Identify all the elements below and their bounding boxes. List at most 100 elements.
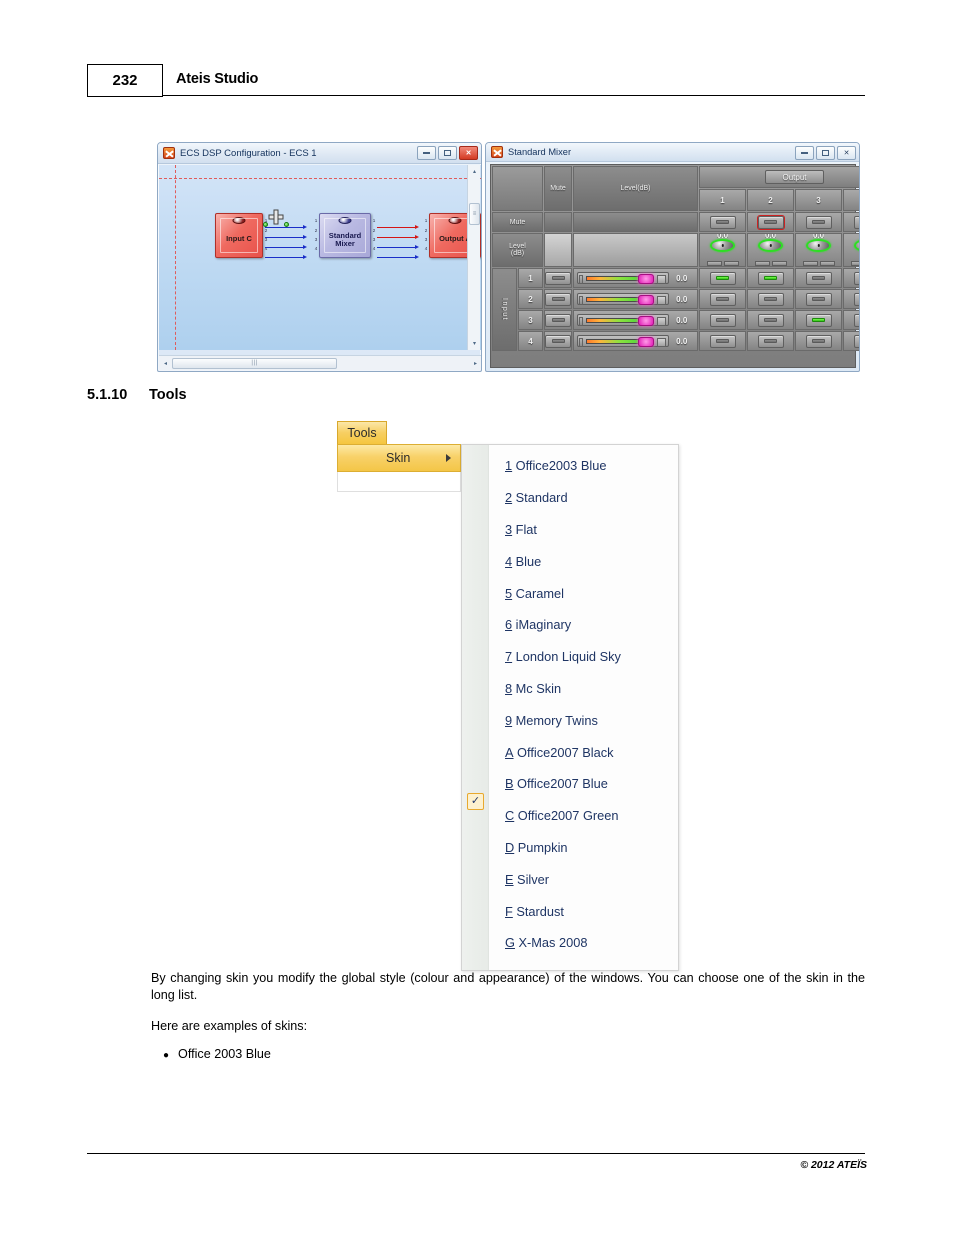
dsp-titlebar[interactable]: ECS DSP Configuration - ECS 1 ✕ bbox=[158, 143, 481, 164]
matrix-cell-3-4[interactable] bbox=[843, 310, 859, 330]
matrix-cell-2-2[interactable] bbox=[747, 289, 794, 309]
menu-item-mc-skin[interactable]: 8 Mc Skin bbox=[489, 673, 678, 705]
menu-item-blue[interactable]: 4 Blue bbox=[489, 545, 678, 577]
menu-item-label: Stardust bbox=[516, 903, 564, 919]
maximize-icon[interactable] bbox=[438, 146, 457, 160]
input-slider-3[interactable] bbox=[577, 314, 670, 326]
minimize-icon[interactable] bbox=[795, 146, 814, 160]
paragraph-2: Here are examples of skins: bbox=[151, 1019, 308, 1033]
matrix-cell-2-1[interactable] bbox=[699, 289, 746, 309]
output-level-3[interactable]: 0.0 bbox=[795, 233, 842, 267]
output-level-2[interactable]: 0.0 bbox=[747, 233, 794, 267]
menu-item-office2007-green[interactable]: C Office2007 Green bbox=[489, 800, 678, 832]
output-level-4[interactable]: 0.0 bbox=[843, 233, 859, 267]
scroll-right-icon[interactable]: ▸ bbox=[469, 356, 481, 370]
output-knob-4[interactable] bbox=[854, 238, 859, 252]
standard-mixer-window[interactable]: Standard Mixer ✕ Mute Level(dB) Output 1… bbox=[485, 142, 860, 372]
input-slider-1[interactable] bbox=[577, 272, 670, 284]
menu-item-london-liquid-sky[interactable]: 7 London Liquid Sky bbox=[489, 641, 678, 673]
matrix-cell-4-2[interactable] bbox=[747, 331, 794, 351]
input-slider-4[interactable] bbox=[577, 335, 670, 347]
footer-divider bbox=[87, 1153, 865, 1154]
input-mute-3[interactable] bbox=[544, 310, 572, 330]
input-mute-4[interactable] bbox=[544, 331, 572, 351]
menu-item-stardust[interactable]: F Stardust bbox=[489, 895, 678, 927]
tools-button[interactable]: Tools bbox=[337, 421, 387, 444]
menu-item-office2003-blue[interactable]: 1 Office2003 Blue bbox=[489, 450, 678, 482]
matrix-cell-4-3[interactable] bbox=[795, 331, 842, 351]
accel-key: E bbox=[505, 871, 514, 887]
scroll-left-icon[interactable]: ◂ bbox=[159, 356, 172, 370]
matrix-cell-3-1[interactable] bbox=[699, 310, 746, 330]
input-level-2[interactable]: 0.0 bbox=[573, 289, 698, 309]
app-icon bbox=[491, 146, 503, 158]
close-icon[interactable]: ✕ bbox=[837, 146, 856, 160]
dsp-configuration-window[interactable]: ECS DSP Configuration - ECS 1 ✕ Input C … bbox=[157, 142, 482, 372]
input-mute-2[interactable] bbox=[544, 289, 572, 309]
skin-submenu[interactable]: ✓ 1 Office2003 Blue 2 Standard 3 Flat 4 Blue… bbox=[461, 444, 679, 971]
menu-item-pumpkin[interactable]: D Pumpkin bbox=[489, 832, 678, 864]
menu-item-skin[interactable]: Skin bbox=[337, 444, 461, 472]
header-level: Level(dB) bbox=[573, 166, 698, 211]
output-value-3: 0.0 bbox=[813, 234, 824, 238]
mixer-grid[interactable]: Mute Level(dB) Output 1 2 3 4 Mute Level… bbox=[490, 164, 859, 368]
dsp-horizontal-scrollbar[interactable]: ◂ ||| ▸ bbox=[159, 355, 481, 370]
matrix-cell-3-3[interactable] bbox=[795, 310, 842, 330]
matrix-cell-2-3[interactable] bbox=[795, 289, 842, 309]
block-input-c[interactable]: Input C 1234 bbox=[215, 213, 267, 258]
menu-item-office2007-black[interactable]: A Office2007 Black bbox=[489, 736, 678, 768]
accel-key: C bbox=[505, 808, 515, 824]
mixer-titlebar[interactable]: Standard Mixer ✕ bbox=[486, 143, 859, 162]
matrix-cell-2-4[interactable] bbox=[843, 289, 859, 309]
dsp-canvas[interactable]: Input C 1234 1234 Standard Mixer 1 2 3 4… bbox=[159, 165, 481, 350]
output-knob-3[interactable] bbox=[806, 238, 831, 252]
output-mute-4[interactable] bbox=[843, 212, 859, 232]
maximize-icon[interactable] bbox=[816, 146, 835, 160]
menu-item-memory-twins[interactable]: 9 Memory Twins bbox=[489, 704, 678, 736]
vertical-scroll-thumb[interactable]: ≡ bbox=[469, 203, 480, 225]
output-mute-2[interactable] bbox=[747, 212, 794, 232]
menu-item-standard[interactable]: 2 Standard bbox=[489, 482, 678, 514]
row-header-level: Level (dB) bbox=[492, 233, 543, 267]
menu-item-flat[interactable]: 3 Flat bbox=[489, 514, 678, 546]
output-level-1[interactable]: 0.0 bbox=[699, 233, 746, 267]
menu-item-label: Pumpkin bbox=[517, 839, 568, 855]
input-value-3: 0.0 bbox=[676, 315, 688, 325]
matrix-cell-1-1[interactable] bbox=[699, 268, 746, 288]
matrix-cell-3-2[interactable] bbox=[747, 310, 794, 330]
wires-input-to-mixer bbox=[265, 213, 311, 259]
minimize-icon[interactable] bbox=[417, 146, 436, 160]
bullet-item-1: ● Office 2003 Blue bbox=[163, 1047, 271, 1061]
matrix-cell-1-4[interactable] bbox=[843, 268, 859, 288]
input-level-4[interactable]: 0.0 bbox=[573, 331, 698, 351]
scroll-down-icon[interactable]: ▾ bbox=[470, 339, 479, 348]
input-mute-1[interactable] bbox=[544, 268, 572, 288]
matrix-cell-1-3[interactable] bbox=[795, 268, 842, 288]
input-level-1[interactable]: 0.0 bbox=[573, 268, 698, 288]
input-level-3[interactable]: 0.0 bbox=[573, 310, 698, 330]
matrix-cell-4-1[interactable] bbox=[699, 331, 746, 351]
dsp-vertical-scrollbar[interactable]: ▴ ≡ ▾ bbox=[467, 165, 480, 350]
input-slider-2[interactable] bbox=[577, 293, 670, 305]
output-knob-2[interactable] bbox=[758, 238, 783, 252]
output-knob-1[interactable] bbox=[710, 238, 735, 252]
horizontal-scroll-thumb[interactable]: ||| bbox=[172, 357, 337, 369]
mixer-corner-cell bbox=[492, 166, 543, 211]
chevron-right-icon bbox=[446, 454, 451, 462]
matrix-cell-1-2[interactable] bbox=[747, 268, 794, 288]
block-standard-mixer[interactable]: 1234 Standard Mixer 1234 bbox=[315, 213, 375, 258]
output-mute-3[interactable] bbox=[795, 212, 842, 232]
output-mute-1[interactable] bbox=[699, 212, 746, 232]
matrix-cell-4-4[interactable] bbox=[843, 331, 859, 351]
menu-item-x-mas-2008[interactable]: G X-Mas 2008 bbox=[489, 927, 678, 959]
close-icon[interactable]: ✕ bbox=[459, 146, 478, 160]
menu-item-office2007-blue[interactable]: B Office2007 Blue bbox=[489, 768, 678, 800]
menu-item-caramel[interactable]: 5 Caramel bbox=[489, 577, 678, 609]
menu-item-label: Office2003 Blue bbox=[515, 458, 607, 474]
scroll-up-icon[interactable]: ▴ bbox=[470, 167, 479, 176]
menu-item-silver[interactable]: E Silver bbox=[489, 863, 678, 895]
accel-key: G bbox=[505, 935, 515, 951]
output-value-1: 0.0 bbox=[717, 234, 728, 238]
accel-key: 4 bbox=[505, 553, 513, 569]
menu-item-imaginary[interactable]: 6 iMaginary bbox=[489, 609, 678, 641]
